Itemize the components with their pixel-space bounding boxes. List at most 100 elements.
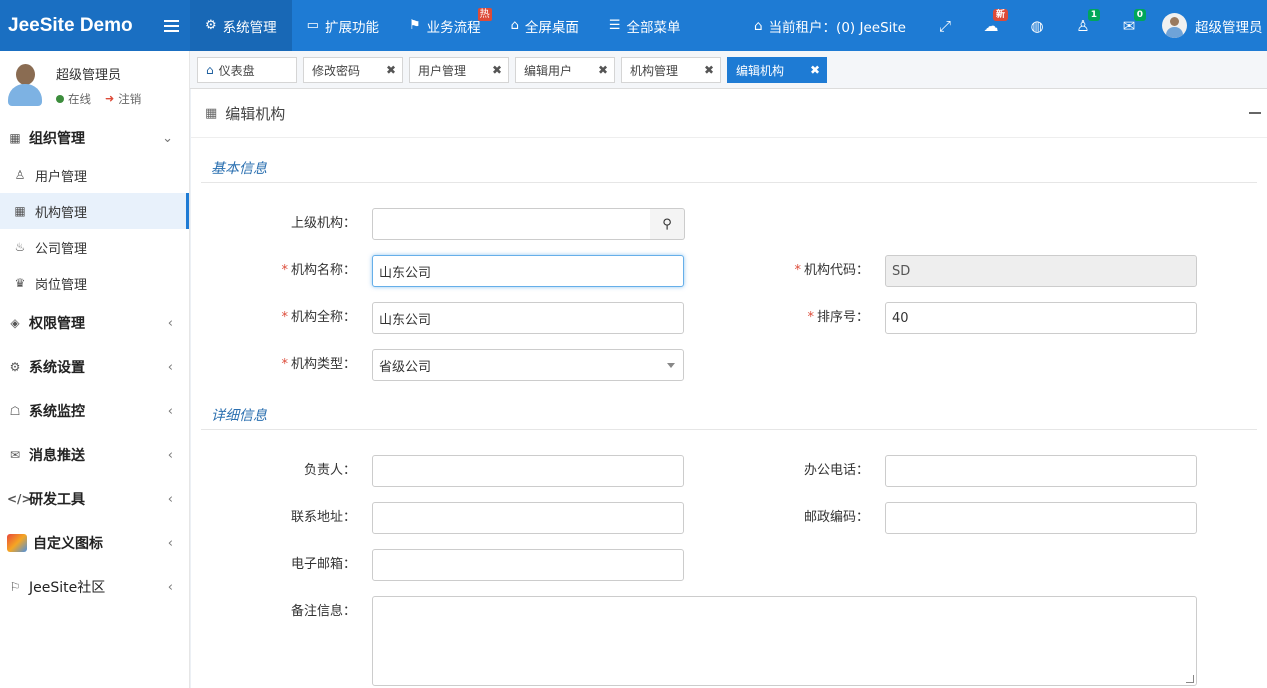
gear-icon: ⚙	[9, 360, 21, 374]
layers-icon: ◈	[10, 316, 20, 330]
nav-extensions[interactable]: ▭ 扩展功能	[292, 0, 394, 51]
nav-workflow[interactable]: ⚑ 业务流程 热	[394, 0, 496, 51]
close-icon[interactable]: ✖	[810, 63, 820, 77]
sidebar-group-label: 组织管理	[29, 131, 85, 147]
chevron-left-icon: ‹	[167, 315, 173, 331]
logout-link[interactable]: 注销	[118, 91, 141, 107]
nav-label: 系统管理	[222, 19, 277, 36]
language-button[interactable]: ◍	[1014, 0, 1060, 51]
close-icon[interactable]: ✖	[704, 63, 714, 77]
theme-button[interactable]: ☁ 新	[968, 0, 1014, 51]
tab-user-manage[interactable]: 用户管理 ✖	[409, 57, 509, 83]
messages-button[interactable]: ✉ 0	[1106, 0, 1152, 51]
tab-edit-office[interactable]: 编辑机构 ✖	[727, 57, 827, 83]
close-icon[interactable]: ✖	[492, 63, 502, 77]
tab-label: 编辑用户	[524, 63, 573, 78]
sidebar-group-permissions[interactable]: ◈ 权限管理 ‹	[0, 301, 189, 345]
remarks-textarea[interactable]	[372, 596, 1197, 686]
hot-badge: 热	[477, 8, 492, 21]
flag-icon: ⚑	[408, 18, 421, 33]
nav-all-menus[interactable]: ☰ 全部菜单	[594, 0, 696, 51]
home-icon: ⌂	[510, 18, 519, 33]
sidebar-group-messages[interactable]: ✉ 消息推送 ‹	[0, 433, 189, 477]
user-menu[interactable]: 超级管理员	[1152, 13, 1267, 38]
close-icon[interactable]: ✖	[598, 63, 608, 77]
form-panel: ▦ 编辑机构 基本信息 上级机构： ⚲ * 机构名称： 山东公司 * 机构代码： S…	[191, 89, 1267, 688]
divider	[201, 429, 1257, 430]
address-input[interactable]	[372, 502, 684, 534]
nav-label: 全部菜单	[626, 19, 681, 36]
page-tabs: ⌂ 仪表盘 修改密码 ✖ 用户管理 ✖ 编辑用户 ✖ 机构管理 ✖ 编辑机构 ✖	[190, 51, 1267, 89]
nav-fullscreen-desktop[interactable]: ⌂ 全屏桌面	[496, 0, 594, 51]
top-navbar: JeeSite Demo ⚙ 系统管理 ▭ 扩展功能 ⚑ 业务流程 热 ⌂ 全屏…	[0, 0, 1267, 51]
sidebar-group-label: 系统监控	[29, 404, 85, 420]
sidebar-group-org[interactable]: ▦ 组织管理 ⌄	[0, 119, 189, 157]
tab-edit-user[interactable]: 编辑用户 ✖	[515, 57, 615, 83]
signpost-icon: ⚐	[9, 580, 21, 594]
sidebar-group-label: JeeSite社区	[29, 580, 106, 596]
section-detail-title: 详细信息	[211, 408, 267, 424]
sidebar-group-devtools[interactable]: </> 研发工具 ‹	[0, 477, 189, 521]
collapse-icon[interactable]	[1249, 112, 1261, 114]
top-right-nav: ⌂ 当前租户：(0) JeeSite ⤢ ☁ 新 ◍ ♙ 1 ✉ 0 超级管理员	[738, 0, 1267, 51]
leader-input[interactable]	[372, 455, 684, 487]
logout-icon[interactable]: ➜	[105, 92, 114, 105]
nav-system-manage[interactable]: ⚙ 系统管理	[190, 0, 292, 51]
avatar	[6, 62, 44, 108]
tab-dashboard[interactable]: ⌂ 仪表盘	[197, 57, 297, 83]
sidebar-group-custom-icons[interactable]: 自定义图标 ‹	[0, 521, 189, 565]
nav-label: 业务流程	[426, 19, 481, 36]
users-count-badge: 1	[1087, 9, 1100, 21]
expand-icon: ⤢	[938, 16, 951, 35]
zip-input[interactable]	[885, 502, 1197, 534]
tab-label: 修改密码	[312, 63, 361, 78]
menu-icon: ☰	[608, 18, 621, 33]
sidebar-group-label: 研发工具	[29, 492, 85, 508]
office-name-input[interactable]: 山东公司	[372, 255, 684, 287]
panel-header: ▦ 编辑机构	[191, 89, 1267, 138]
user-panel: 超级管理员 在线 ➜ 注销	[0, 51, 189, 119]
email-label: 电子邮箱：	[290, 557, 356, 572]
close-icon[interactable]: ✖	[386, 63, 396, 77]
sidebar-item-offices[interactable]: ▦ 机构管理	[0, 193, 189, 229]
monitor-icon: ▭	[306, 18, 319, 33]
divider	[201, 182, 1257, 183]
sidebar-group-monitor[interactable]: ☖ 系统监控 ‹	[0, 389, 189, 433]
zip-label: 邮政编码：	[803, 510, 869, 525]
sort-input[interactable]: 40	[885, 302, 1197, 334]
top-menu: ⚙ 系统管理 ▭ 扩展功能 ⚑ 业务流程 热 ⌂ 全屏桌面 ☰ 全部菜单	[190, 0, 696, 51]
sidebar-item-posts[interactable]: ♛ 岗位管理	[0, 265, 189, 301]
chevron-left-icon: ‹	[167, 535, 173, 551]
sidebar-item-companies[interactable]: ♨ 公司管理	[0, 229, 189, 265]
parent-office-input[interactable]	[372, 208, 651, 240]
caret-down-icon	[667, 363, 675, 368]
user-name: 超级管理员	[1195, 19, 1263, 36]
office-fullname-input[interactable]: 山东公司	[372, 302, 684, 334]
tab-change-password[interactable]: 修改密码 ✖	[303, 57, 403, 83]
sidebar-item-label: 用户管理	[35, 169, 88, 185]
office-name-label: * 机构名称：	[281, 263, 356, 278]
grid-icon: ▦	[9, 131, 21, 145]
sidebar-group-settings[interactable]: ⚙ 系统设置 ‹	[0, 345, 189, 389]
tenant-label: 当前租户：(0) JeeSite	[768, 19, 906, 36]
sidebar-group-community[interactable]: ⚐ JeeSite社区 ‹	[0, 565, 189, 609]
office-type-select[interactable]: 省级公司	[372, 349, 684, 381]
user-icon: ♙	[14, 168, 26, 182]
globe-icon: ◍	[1030, 16, 1044, 35]
online-users-button[interactable]: ♙ 1	[1060, 0, 1106, 51]
sidebar-item-users[interactable]: ♙ 用户管理	[0, 157, 189, 193]
avatar	[1162, 13, 1187, 38]
search-button[interactable]: ⚲	[650, 208, 685, 240]
phone-input[interactable]	[885, 455, 1197, 487]
resize-handle-icon[interactable]	[1186, 675, 1194, 683]
fire-icon: ♨	[14, 240, 26, 254]
app-title[interactable]: JeeSite Demo	[8, 15, 152, 37]
office-code-label: * 机构代码：	[794, 263, 869, 278]
tenant-switcher[interactable]: ⌂ 当前租户：(0) JeeSite	[738, 16, 922, 36]
office-code-input[interactable]: SD	[885, 255, 1197, 287]
fullscreen-button[interactable]: ⤢	[922, 0, 968, 51]
sidebar-toggle-icon[interactable]	[152, 0, 190, 51]
tab-office-manage[interactable]: 机构管理 ✖	[621, 57, 721, 83]
chevron-left-icon: ‹	[167, 403, 173, 419]
email-field[interactable]	[372, 549, 684, 581]
